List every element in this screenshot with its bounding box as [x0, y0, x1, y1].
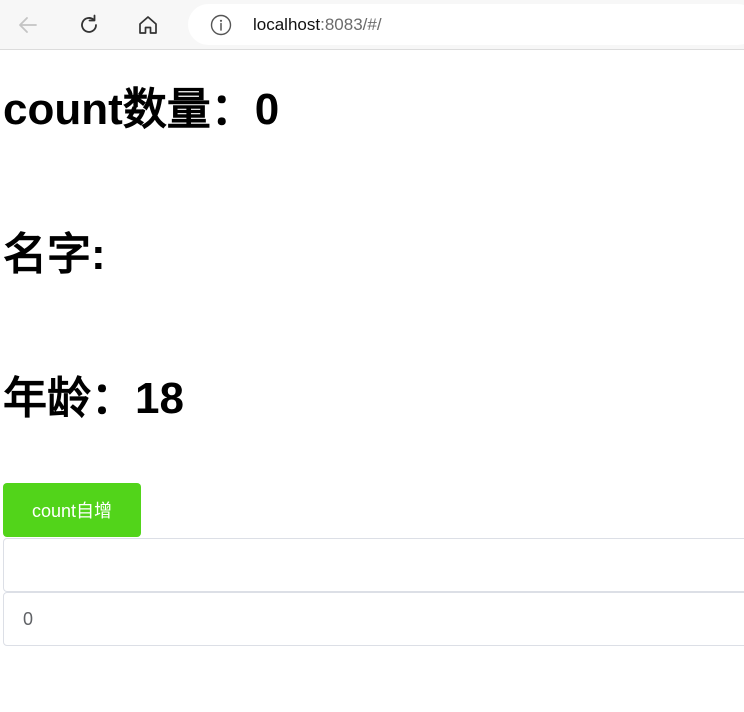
url-path: :8083/#/: [320, 15, 382, 34]
count-value: 0: [254, 85, 280, 134]
url-text[interactable]: localhost:8083/#/: [253, 14, 382, 36]
name-label: 名字:: [3, 230, 106, 279]
count-heading: count数量：0: [3, 84, 279, 136]
address-bar[interactable]: localhost:8083/#/: [188, 4, 744, 45]
name-input[interactable]: [3, 538, 744, 592]
home-button[interactable]: [132, 9, 164, 41]
name-heading: 名字:: [3, 229, 106, 281]
back-button[interactable]: [12, 9, 44, 41]
count-increment-button[interactable]: count自增: [3, 483, 141, 537]
count-input[interactable]: [3, 592, 744, 646]
page-content: count数量：0 名字: 年龄：18 count自增: [0, 51, 744, 712]
refresh-button[interactable]: [73, 9, 105, 41]
age-value: 18: [135, 374, 184, 423]
url-host: localhost: [253, 15, 321, 34]
arrow-left-icon: [19, 17, 37, 33]
home-icon: [139, 16, 157, 34]
age-heading: 年龄：18: [3, 373, 184, 425]
age-label: 年龄：: [3, 374, 135, 423]
info-icon[interactable]: [210, 14, 232, 36]
browser-toolbar: localhost:8083/#/: [0, 0, 744, 50]
refresh-icon: [81, 14, 97, 33]
count-label: count数量：: [3, 85, 255, 134]
